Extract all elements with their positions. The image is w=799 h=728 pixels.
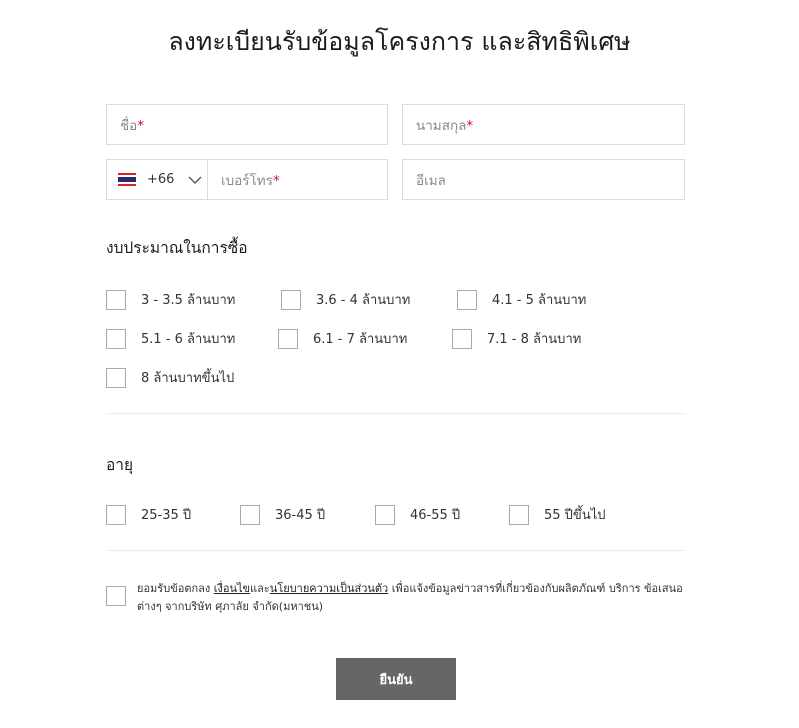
checkbox[interactable] (457, 289, 477, 310)
submit-button[interactable]: ยืนยัน (336, 658, 456, 700)
checkbox[interactable] (452, 328, 472, 349)
terms-link[interactable]: เงื่อนไข (214, 582, 250, 595)
budget-option[interactable]: 5.1 - 6 ล้านบาท (106, 328, 235, 349)
option-label: 55 ปีขึ้นไป (544, 508, 606, 523)
checkbox[interactable] (240, 504, 260, 525)
phone-placeholder: เบอร์โทร* (221, 172, 280, 189)
option-label: 46-55 ปี (410, 508, 461, 523)
option-label: 7.1 - 8 ล้านบาท (487, 332, 582, 347)
email-placeholder: อีเมล (416, 172, 446, 189)
option-label: 36-45 ปี (275, 508, 326, 523)
budget-option[interactable]: 6.1 - 7 ล้านบาท (278, 328, 407, 349)
checkbox[interactable] (509, 504, 529, 525)
phone-field[interactable]: เบอร์โทร* (207, 159, 388, 200)
checkbox[interactable] (281, 289, 301, 310)
checkbox[interactable] (278, 328, 298, 349)
checkbox[interactable] (106, 328, 126, 349)
age-option[interactable]: 25-35 ปี (106, 504, 191, 525)
age-option[interactable]: 55 ปีขึ้นไป (509, 504, 606, 525)
budget-option[interactable]: 7.1 - 8 ล้านบาท (452, 328, 581, 349)
checkbox[interactable] (106, 504, 126, 525)
last-name-placeholder: นามสกุล* (416, 117, 474, 134)
checkbox[interactable] (375, 504, 395, 525)
checkbox[interactable] (106, 367, 126, 388)
email-field[interactable]: อีเมล (402, 159, 685, 200)
option-label: 3 - 3.5 ล้านบาท (141, 293, 236, 308)
budget-option[interactable]: 3 - 3.5 ล้านบาท (106, 289, 235, 310)
country-code-value: +66 (147, 172, 175, 187)
budget-option[interactable]: 4.1 - 5 ล้านบาท (457, 289, 586, 310)
section-divider (106, 413, 686, 414)
section-divider (106, 550, 686, 551)
option-label: 6.1 - 7 ล้านบาท (313, 332, 408, 347)
first-name-field[interactable]: ชื่อ* (106, 104, 388, 145)
budget-section-title: งบประมาณในการซื้อ (106, 239, 248, 257)
option-label: 25-35 ปี (141, 508, 192, 523)
consent-checkbox[interactable] (106, 586, 126, 606)
age-section-title: อายุ (106, 456, 134, 474)
option-label: 5.1 - 6 ล้านบาท (141, 332, 236, 347)
budget-option[interactable]: 3.6 - 4 ล้านบาท (281, 289, 410, 310)
option-label: 3.6 - 4 ล้านบาท (316, 293, 411, 308)
option-label: 8 ล้านบาทขึ้นไป (141, 371, 235, 386)
checkbox[interactable] (106, 289, 126, 310)
budget-option[interactable]: 8 ล้านบาทขึ้นไป (106, 367, 234, 388)
age-option[interactable]: 36-45 ปี (240, 504, 325, 525)
last-name-field[interactable]: นามสกุล* (402, 104, 685, 145)
consent-text: ยอมรับข้อตกลง เงื่อนไขและนโยบายความเป็นส… (137, 582, 683, 613)
page-title: ลงทะเบียนรับข้อมูลโครงการ และสิทธิพิเศษ (168, 27, 631, 56)
consent-row: ยอมรับข้อตกลง เงื่อนไขและนโยบายความเป็นส… (106, 580, 691, 616)
option-label: 4.1 - 5 ล้านบาท (492, 293, 587, 308)
country-code-select[interactable]: +66 (106, 159, 208, 200)
chevron-down-icon (188, 173, 202, 187)
age-option[interactable]: 46-55 ปี (375, 504, 460, 525)
first-name-placeholder: ชื่อ* (120, 117, 145, 134)
thailand-flag-icon (118, 173, 136, 186)
privacy-policy-link[interactable]: นโยบายความเป็นส่วนตัว (270, 582, 388, 595)
